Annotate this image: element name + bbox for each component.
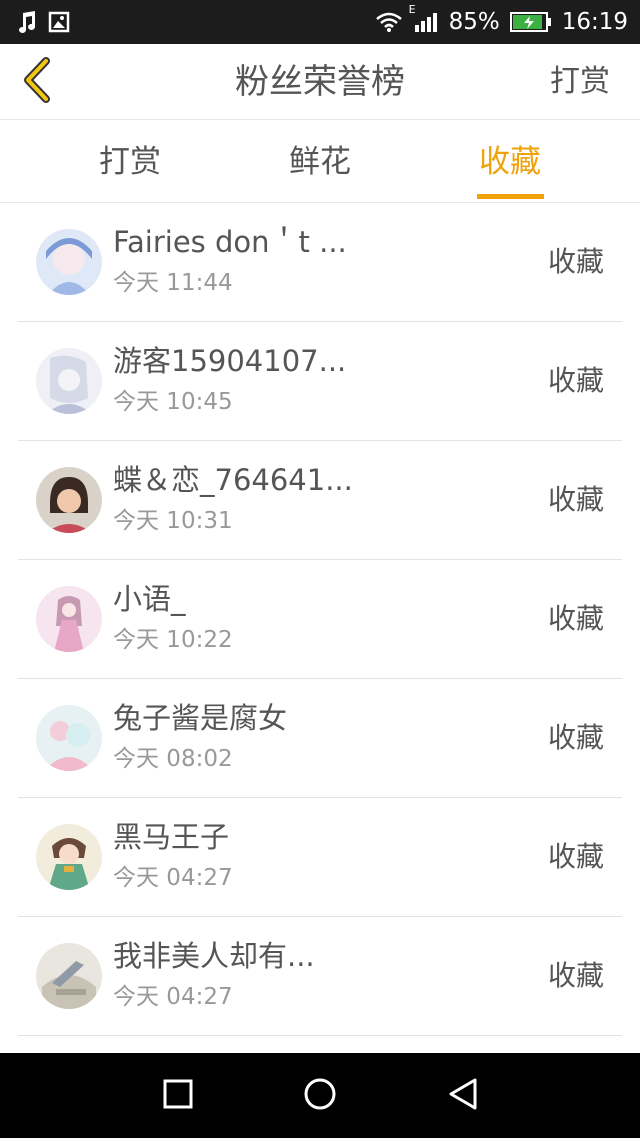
triangle-back-icon (447, 1077, 479, 1115)
avatar (36, 467, 102, 533)
avatar (36, 586, 102, 652)
timestamp: 今天 10:31 (113, 508, 233, 534)
list-item[interactable]: 我非美人却有... 今天 04:27 收藏 (18, 917, 622, 1036)
chevron-left-icon (20, 57, 52, 107)
user-name: 我非美人却有... (113, 939, 315, 973)
status-bar-right: E 85% 16:19 (375, 0, 628, 44)
header: 粉丝荣誉榜 打赏 (0, 44, 640, 120)
list-item[interactable]: 游客15904107... 今天 10:45 收藏 (18, 322, 622, 441)
action-label: 收藏 (547, 840, 604, 873)
status-bar-left (16, 0, 70, 44)
tab-reward[interactable]: 打赏 (70, 121, 190, 203)
action-label: 收藏 (547, 959, 604, 992)
action-label: 收藏 (547, 245, 604, 278)
action-label: 收藏 (547, 602, 604, 635)
list-item[interactable]: 兔子酱是腐女 今天 08:02 收藏 (18, 679, 622, 798)
home-button[interactable] (297, 1073, 343, 1119)
wifi-icon (375, 11, 403, 33)
avatar (36, 229, 102, 295)
user-name: 游客15904107... (113, 344, 347, 378)
network-type-label: E (408, 3, 416, 16)
action-label: 收藏 (547, 483, 604, 516)
circle-icon (303, 1077, 337, 1115)
tab-flowers[interactable]: 鲜花 (260, 121, 380, 203)
page-title: 粉丝荣誉榜 (235, 62, 405, 102)
user-name: 小语_ (113, 582, 186, 616)
avatar (36, 943, 102, 1009)
avatar (36, 705, 102, 771)
status-bar: E 85% 16:19 (0, 0, 640, 44)
battery-charging-icon (509, 11, 552, 33)
fan-list: Fairies don＇t ... 今天 11:44 收藏 游客15904107… (0, 203, 640, 1053)
battery-percent: 85% (448, 9, 500, 35)
recents-button[interactable] (155, 1073, 201, 1119)
image-icon (48, 11, 70, 33)
user-name: 蝶＆恋_764641... (113, 463, 353, 497)
avatar (36, 824, 102, 890)
active-tab-indicator (477, 194, 544, 199)
square-icon (163, 1079, 193, 1113)
user-name: 黑马王子 (113, 820, 230, 854)
action-label: 收藏 (547, 364, 604, 397)
timestamp: 今天 04:27 (113, 984, 233, 1010)
action-label: 收藏 (547, 721, 604, 754)
timestamp: 今天 10:22 (113, 627, 233, 653)
back-button[interactable] (14, 57, 58, 107)
timestamp: 今天 04:27 (113, 865, 233, 891)
list-item[interactable]: 黑马王子 今天 04:27 收藏 (18, 798, 622, 917)
tab-bar: 打赏 鲜花 收藏 (0, 121, 640, 203)
timestamp: 今天 11:44 (113, 270, 233, 296)
status-time: 16:19 (561, 9, 628, 35)
user-name: 兔子酱是腐女 (113, 701, 288, 735)
reward-button[interactable]: 打赏 (550, 44, 610, 120)
music-note-icon (16, 10, 38, 34)
list-item[interactable]: Fairies don＇t ... 今天 11:44 收藏 (18, 203, 622, 322)
navigation-bar (0, 1053, 640, 1138)
signal-icon: E (409, 3, 439, 33)
list-item[interactable]: 蝶＆恋_764641... 今天 10:31 收藏 (18, 441, 622, 560)
system-back-button[interactable] (440, 1073, 486, 1119)
timestamp: 今天 08:02 (113, 746, 233, 772)
list-item[interactable]: 小语_ 今天 10:22 收藏 (18, 560, 622, 679)
user-name: Fairies don＇t ... (113, 225, 347, 259)
avatar (36, 348, 102, 414)
tab-favorites[interactable]: 收藏 (450, 121, 570, 203)
timestamp: 今天 10:45 (113, 389, 233, 415)
